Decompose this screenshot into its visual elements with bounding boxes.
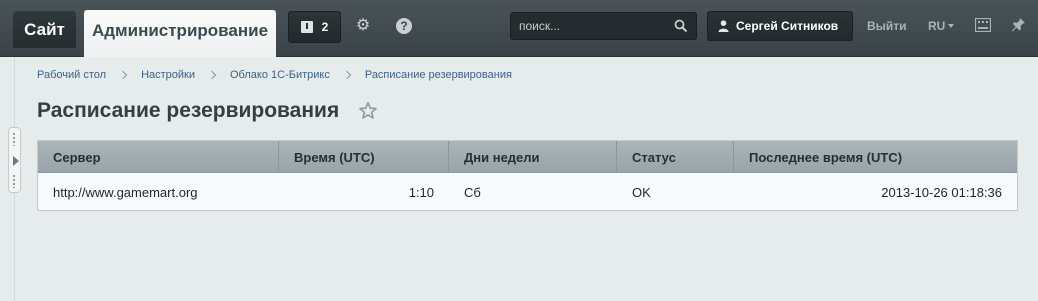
admin-tab[interactable]: Администрирование	[84, 10, 276, 57]
breadcrumb-item-cloud[interactable]: Облако 1С-Битрикс	[230, 69, 330, 81]
logout-link[interactable]: Выйти	[867, 19, 907, 33]
column-header-time[interactable]: Время (UTC)	[279, 141, 449, 173]
keyboard-icon[interactable]	[975, 18, 991, 32]
search-icon[interactable]	[674, 19, 688, 33]
breadcrumb-item-current[interactable]: Расписание резервирования	[365, 69, 512, 81]
search-box	[510, 12, 697, 40]
notification-icon	[300, 21, 313, 33]
gear-icon: ⚙	[355, 17, 371, 34]
cell-status: OK	[632, 184, 651, 200]
breadcrumb-item-desktop[interactable]: Рабочий стол	[37, 69, 106, 81]
chevron-right-icon	[13, 156, 19, 166]
top-panel: Сайт Администрирование 2 ⚙ ? Сергей Ситн…	[0, 0, 1038, 57]
page-title: Расписание резервирования	[37, 99, 340, 122]
cell-last-time: 2013-10-26 01:18:36	[881, 184, 1002, 200]
user-name: Сергей Ситников	[736, 19, 839, 33]
cell-days: Сб	[464, 184, 481, 200]
backup-schedule-table: Сервер Время (UTC) Дни недели Статус Пос…	[37, 140, 1018, 211]
column-header-days[interactable]: Дни недели	[449, 141, 617, 173]
language-select[interactable]: RU	[928, 19, 955, 33]
breadcrumb-separator-icon	[207, 70, 217, 80]
chevron-down-icon	[948, 24, 955, 28]
column-header-last-time[interactable]: Последнее время (UTC)	[734, 141, 1017, 173]
notifications-button[interactable]: 2	[288, 11, 341, 43]
user-icon	[718, 20, 729, 32]
notifications-count: 2	[321, 20, 329, 34]
table-row[interactable]: http://www.gamemart.org 1:10 Сб OK 2013-…	[38, 174, 1017, 210]
settings-button[interactable]: ⚙	[355, 18, 371, 34]
cell-server: http://www.gamemart.org	[53, 184, 198, 200]
search-input[interactable]	[511, 13, 671, 39]
star-icon[interactable]	[358, 101, 378, 121]
help-icon: ?	[400, 19, 408, 33]
breadcrumb: Рабочий стол Настройки Облако 1С-Битрикс…	[37, 69, 512, 81]
grip-icon	[12, 174, 17, 188]
breadcrumb-item-settings[interactable]: Настройки	[141, 69, 195, 81]
grip-icon	[12, 132, 17, 146]
cell-time: 1:10	[408, 184, 434, 200]
breadcrumb-separator-icon	[118, 70, 128, 80]
language-label: RU	[928, 19, 946, 33]
site-tab[interactable]: Сайт	[13, 11, 76, 48]
user-button[interactable]: Сергей Ситников	[707, 11, 853, 41]
table-header: Сервер Время (UTC) Дни недели Статус Пос…	[38, 141, 1017, 173]
column-header-status[interactable]: Статус	[617, 141, 734, 173]
menu-toggle-handle[interactable]	[8, 127, 21, 193]
breadcrumb-separator-icon	[342, 70, 352, 80]
help-button[interactable]: ?	[396, 18, 412, 34]
column-header-server[interactable]: Сервер	[38, 141, 279, 173]
pin-icon[interactable]	[1011, 17, 1026, 32]
